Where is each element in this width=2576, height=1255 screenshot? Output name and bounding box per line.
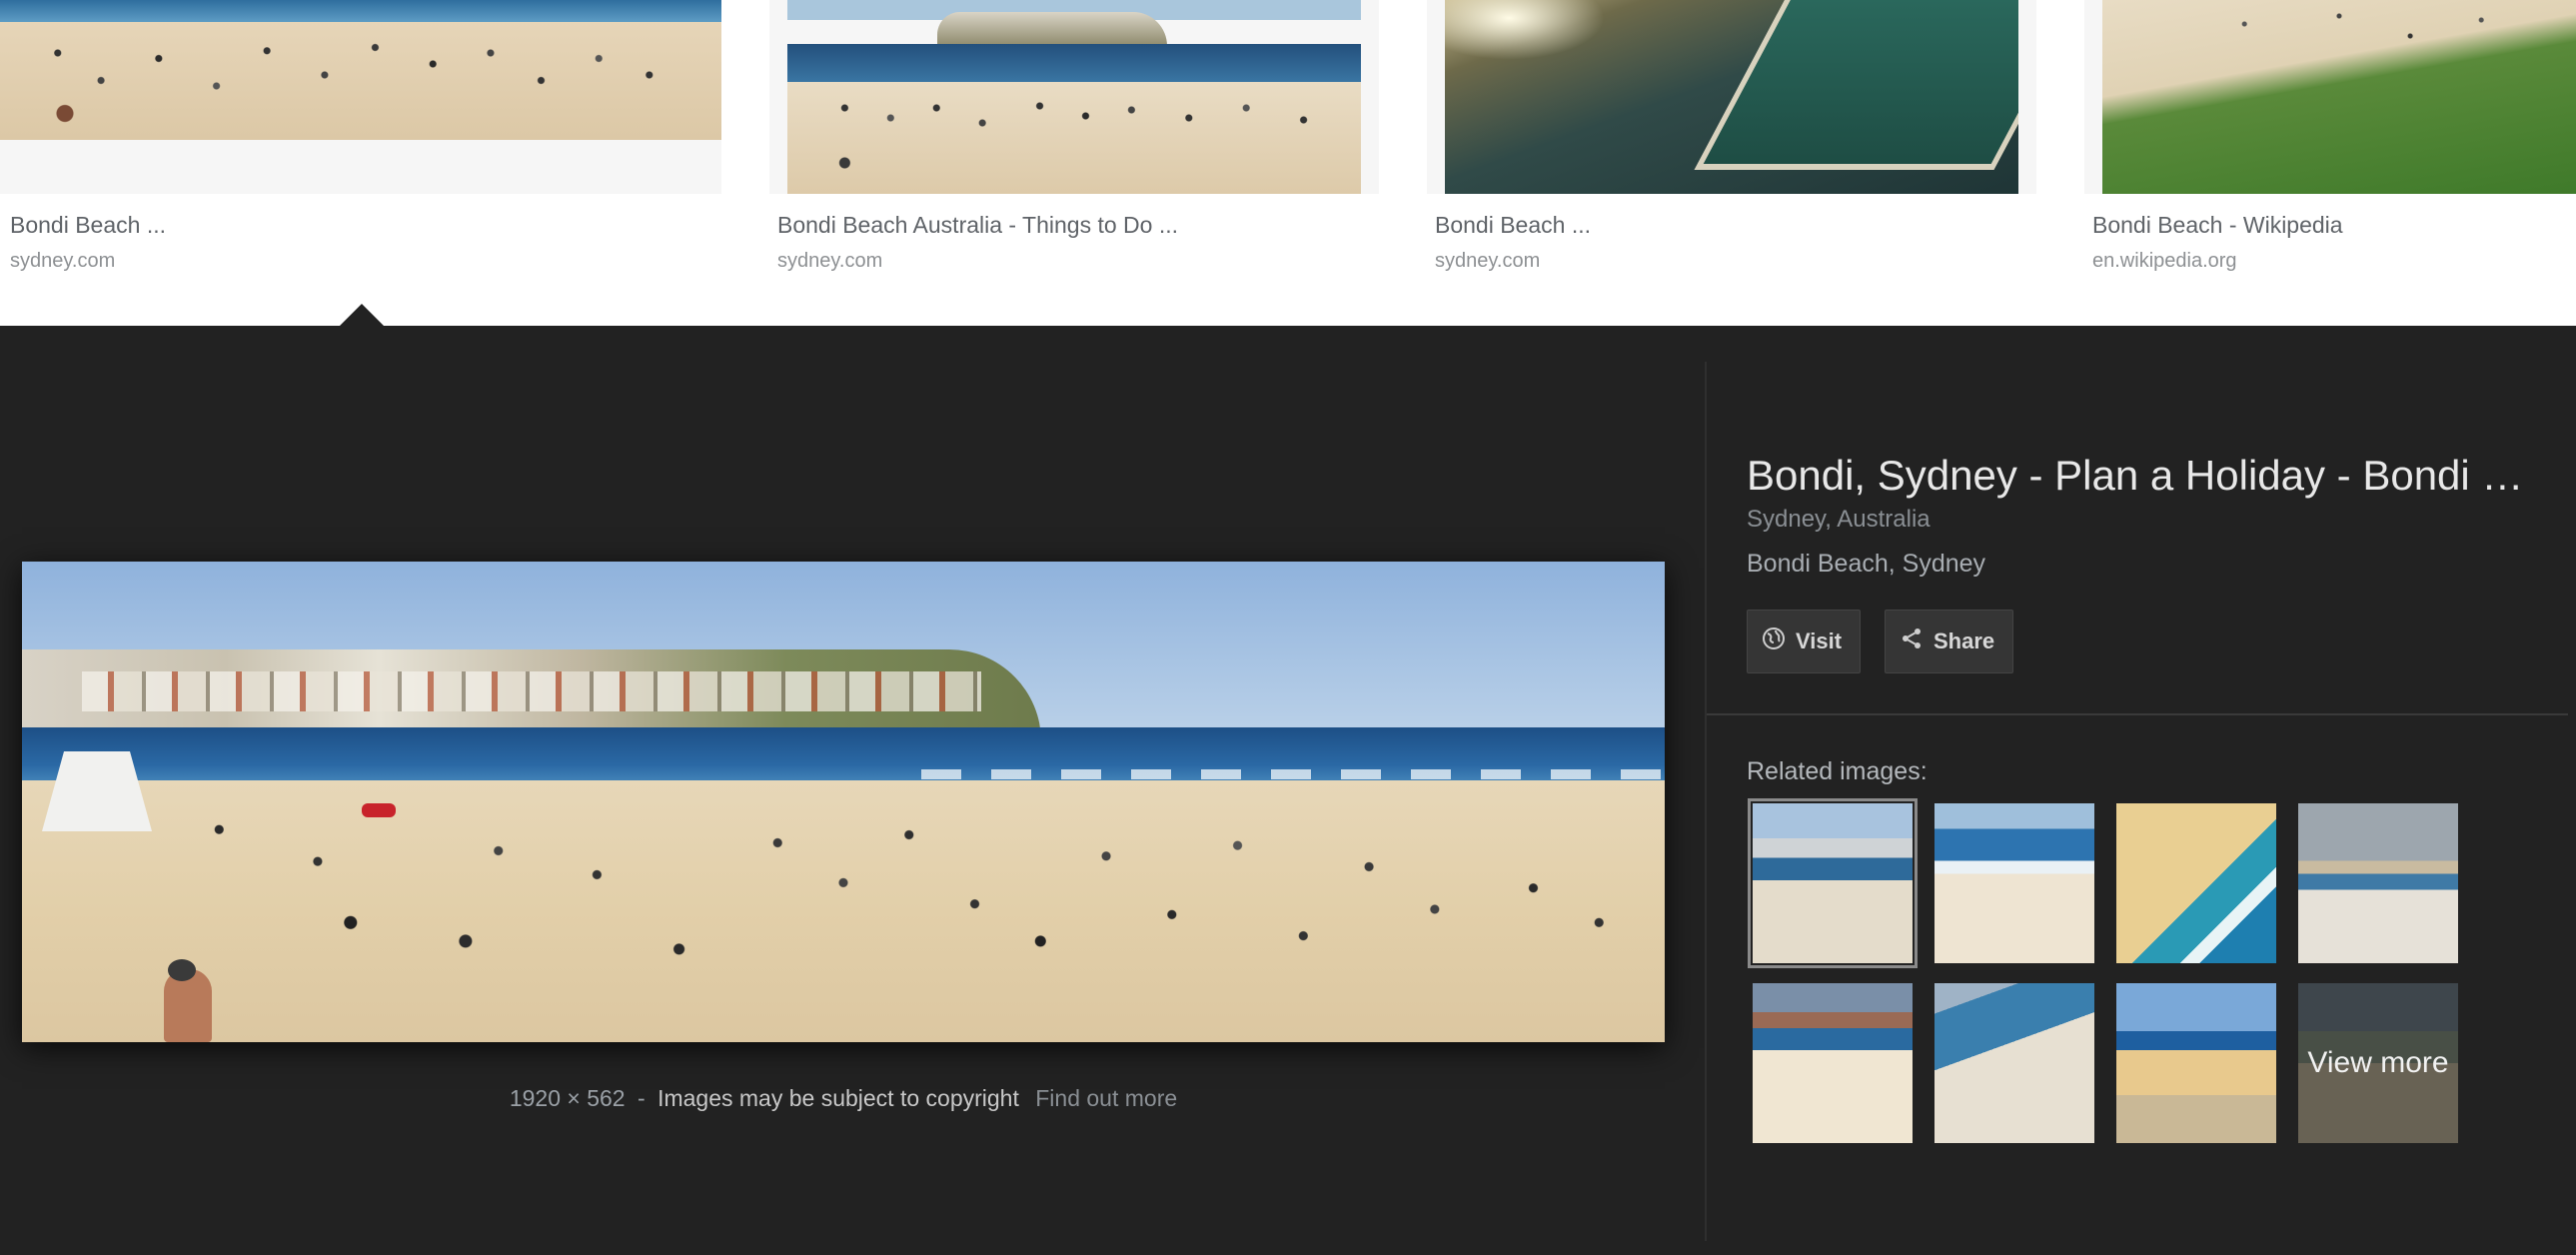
copyright-notice: Images may be subject to copyright [657, 1085, 1019, 1111]
related-images-label: Related images: [1747, 757, 1928, 785]
result-thumbnail[interactable] [1427, 0, 2036, 194]
visit-label: Visit [1796, 628, 1843, 653]
beach-photo [0, 0, 721, 140]
meta-separator: - [638, 1085, 645, 1111]
result-title[interactable]: Bondi Beach ... [1435, 212, 1591, 239]
result-title[interactable]: Bondi Beach ... [10, 212, 166, 239]
image-location: Sydney, Australia [1747, 506, 1931, 533]
result-thumbnail[interactable] [769, 0, 1379, 194]
visit-button[interactable]: Visit [1747, 610, 1862, 673]
find-out-more-link[interactable]: Find out more [1035, 1085, 1177, 1111]
result-site[interactable]: sydney.com [10, 250, 115, 273]
result-thumbnail[interactable] [2084, 0, 2576, 194]
result-title[interactable]: Bondi Beach - Wikipedia [2092, 212, 2343, 239]
related-image-5[interactable] [1753, 983, 1913, 1143]
result-thumbnail[interactable] [0, 0, 721, 194]
related-image-2[interactable] [1934, 803, 2094, 963]
sidebar-divider [1707, 713, 2568, 715]
image-meta: 1920 × 562 - Images may be subject to co… [0, 1085, 1687, 1112]
related-image-1[interactable] [1748, 798, 1918, 968]
image-results-strip: Bondi Beach ... sydney.com Bondi Beach A… [0, 0, 2576, 326]
image-title[interactable]: Bondi, Sydney - Plan a Holiday - Bondi B… [1747, 452, 2546, 500]
image-dimensions: 1920 × 562 [509, 1085, 626, 1111]
view-more-label: View more [2298, 983, 2458, 1143]
share-button[interactable]: Share [1885, 610, 2014, 673]
related-image-3[interactable] [2116, 803, 2276, 963]
related-image-4[interactable] [2298, 803, 2458, 963]
ocean-pool-photo [1445, 0, 2018, 194]
result-title[interactable]: Bondi Beach Australia - Things to Do ... [777, 212, 1178, 239]
share-icon [1900, 627, 1924, 656]
share-label: Share [1933, 628, 1995, 653]
image-caption: Bondi Beach, Sydney [1747, 550, 1986, 578]
related-image-6[interactable] [1934, 983, 2094, 1143]
image-info-sidebar: Bondi, Sydney - Plan a Holiday - Bondi B… [1707, 326, 2576, 1255]
beach-park-photo [2102, 0, 2576, 194]
image-preview-panel: 1920 × 562 - Images may be subject to co… [0, 326, 2576, 1255]
view-more-tile[interactable]: View more [2298, 983, 2458, 1143]
related-image-7[interactable] [2116, 983, 2276, 1143]
globe-icon [1762, 627, 1786, 656]
result-site[interactable]: sydney.com [777, 250, 882, 273]
preview-image[interactable] [22, 562, 1665, 1042]
beach-photo [787, 0, 1361, 194]
result-site[interactable]: en.wikipedia.org [2092, 250, 2237, 273]
selection-pointer [340, 304, 384, 326]
result-site[interactable]: sydney.com [1435, 250, 1540, 273]
